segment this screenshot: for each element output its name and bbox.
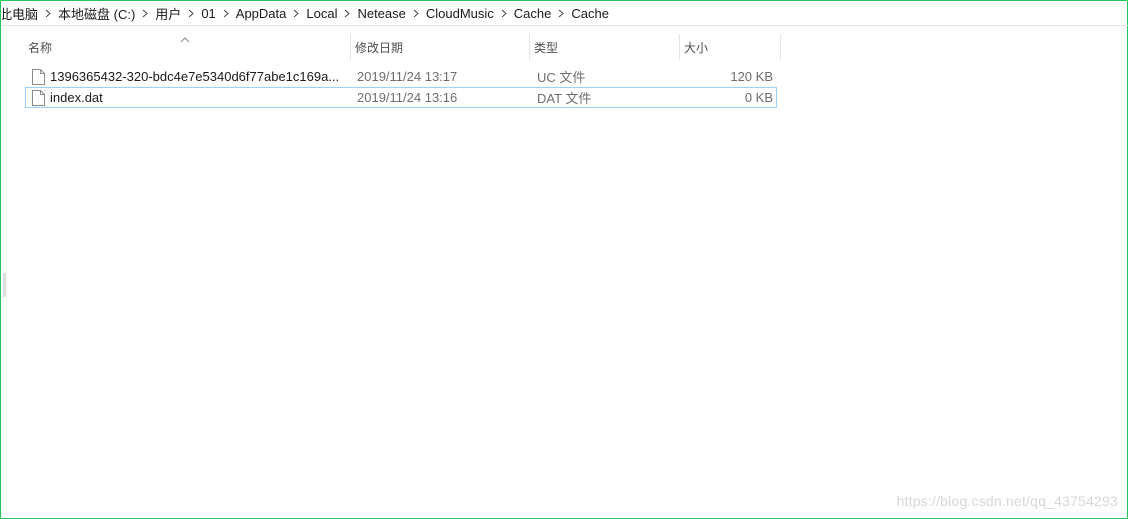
chevron-right-icon[interactable] [340,3,354,25]
chevron-right-icon[interactable] [409,3,423,25]
column-header-type-label: 类型 [534,40,559,55]
breadcrumb-users[interactable]: 用户 [152,3,184,25]
chevron-right-icon[interactable] [554,3,568,25]
file-name: index.dat [50,90,103,105]
chevron-right-icon[interactable] [138,3,152,25]
breadcrumb-local-disk[interactable]: 本地磁盘 (C:) [55,3,138,25]
chevron-right-icon[interactable] [497,3,511,25]
chevron-right-icon[interactable] [289,3,303,25]
breadcrumb-cache-current[interactable]: Cache [568,3,612,25]
breadcrumb-local[interactable]: Local [303,3,340,25]
file-modified: 2019/11/24 13:16 [357,90,458,105]
file-modified: 2019/11/24 13:17 [357,69,458,84]
column-header-modified[interactable]: 修改日期 [351,34,530,60]
column-header-size[interactable]: 大小 [680,34,781,60]
explorer-window: 此电脑 本地磁盘 (C:) 用户 01 AppData Local Neteas… [0,0,1128,519]
file-size: 120 KB [730,69,773,84]
breadcrumb-cloudmusic[interactable]: CloudMusic [423,3,497,25]
column-header-name[interactable]: 名称 [24,34,351,60]
file-row[interactable]: index.dat 2019/11/24 13:16 DAT 文件 0 KB [25,87,777,108]
file-icon [32,69,45,85]
breadcrumb-user-01[interactable]: 01 [198,3,218,25]
breadcrumb-netease[interactable]: Netease [354,3,408,25]
column-header-type[interactable]: 类型 [530,34,680,60]
file-type: UC 文件 [537,70,586,85]
address-bar[interactable]: 此电脑 本地磁盘 (C:) 用户 01 AppData Local Neteas… [2,2,1128,26]
file-type: DAT 文件 [537,91,592,106]
chevron-right-icon[interactable] [184,3,198,25]
breadcrumb-appdata[interactable]: AppData [233,3,290,25]
breadcrumb-this-pc[interactable]: 此电脑 [2,3,41,25]
resize-handle[interactable] [3,273,6,297]
file-row[interactable]: 1396365432-320-bdc4e7e5340d6f77abe1c169a… [25,66,777,87]
watermark-text: https://blog.csdn.net/qq_43754293 [896,493,1118,509]
file-size: 0 KB [744,90,773,105]
chevron-right-icon[interactable] [41,3,55,25]
breadcrumb-cache[interactable]: Cache [511,3,555,25]
column-header-name-label: 名称 [28,40,53,55]
chevron-right-icon[interactable] [219,3,233,25]
column-header-modified-label: 修改日期 [355,40,404,55]
column-header-size-label: 大小 [684,40,709,55]
file-icon [32,90,45,106]
file-name: 1396365432-320-bdc4e7e5340d6f77abe1c169a… [50,69,340,84]
